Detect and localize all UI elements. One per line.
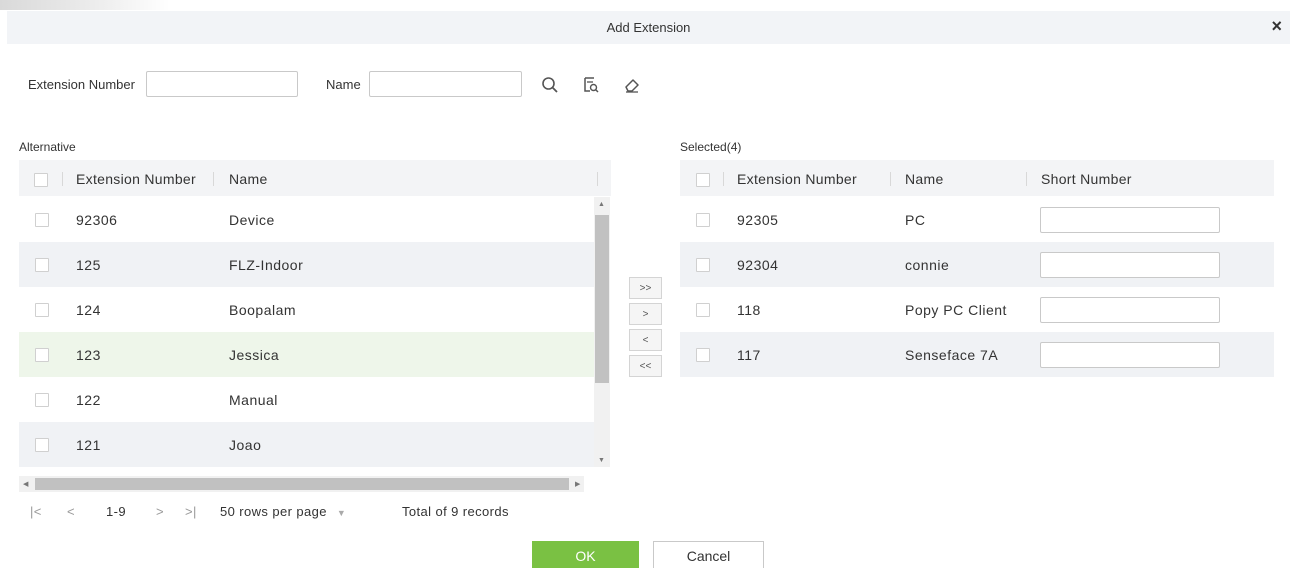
scroll-down-icon[interactable]: ▼ — [598, 457, 605, 464]
scroll-right-icon[interactable]: ▶ — [575, 481, 580, 488]
select-all-checkbox[interactable] — [34, 173, 48, 187]
extension-number-cell: 92306 — [76, 212, 118, 228]
name-input[interactable] — [369, 71, 522, 97]
scrollbar-thumb[interactable] — [595, 215, 609, 383]
column-header-name[interactable]: Name — [229, 171, 268, 187]
column-divider — [213, 172, 214, 186]
eraser-icon[interactable] — [617, 71, 647, 99]
name-cell: Boopalam — [229, 302, 297, 318]
short-number-input[interactable] — [1040, 252, 1220, 278]
select-all-checkbox[interactable] — [696, 173, 710, 187]
table-row-hovered[interactable]: 123 Jessica — [19, 332, 594, 377]
caret-down-icon: ▼ — [336, 508, 347, 518]
total-records: Total of 9 records — [402, 504, 509, 519]
table-row[interactable]: 92305 PC — [680, 197, 1274, 242]
table-row[interactable]: 121 Joao — [19, 422, 594, 467]
query-history-icon[interactable] — [576, 71, 606, 99]
extension-number-input[interactable] — [146, 71, 298, 97]
dialog-titlebar: Add Extension × — [7, 11, 1290, 44]
column-divider — [62, 172, 63, 186]
move-all-right-button[interactable]: >> — [629, 277, 662, 299]
page-range: 1-9 — [106, 504, 126, 519]
extension-number-label: Extension Number — [28, 77, 135, 92]
ok-button[interactable]: OK — [532, 541, 639, 568]
table-row[interactable]: 118 Popy PC Client — [680, 287, 1274, 332]
move-right-button[interactable]: > — [629, 303, 662, 325]
extension-number-cell: 124 — [76, 302, 101, 318]
name-cell: Popy PC Client — [905, 302, 1007, 318]
row-checkbox[interactable] — [35, 393, 49, 407]
cancel-button[interactable]: Cancel — [653, 541, 764, 568]
extension-number-cell: 122 — [76, 392, 101, 408]
extension-number-cell: 118 — [737, 302, 761, 318]
column-header-extension-number[interactable]: Extension Number — [737, 171, 857, 187]
extension-number-cell: 121 — [76, 437, 101, 453]
extension-number-cell: 92305 — [737, 212, 779, 228]
row-checkbox[interactable] — [35, 213, 49, 227]
table-row[interactable]: 117 Senseface 7A — [680, 332, 1274, 377]
table-row[interactable]: 125 FLZ-Indoor — [19, 242, 594, 287]
row-checkbox[interactable] — [696, 213, 710, 227]
column-divider — [723, 172, 724, 186]
scrollbar-thumb[interactable] — [35, 478, 569, 490]
column-header-short-number[interactable]: Short Number — [1041, 171, 1132, 187]
prev-page-icon[interactable]: < — [67, 504, 75, 519]
column-header-extension-number[interactable]: Extension Number — [76, 171, 196, 187]
vertical-scrollbar[interactable]: ▲ ▼ — [594, 197, 610, 467]
row-checkbox[interactable] — [35, 303, 49, 317]
extension-number-cell: 125 — [76, 257, 101, 273]
name-cell: connie — [905, 257, 950, 273]
selected-table: Extension Number Name Short Number 92305… — [680, 160, 1274, 380]
name-cell: FLZ-Indoor — [229, 257, 304, 273]
short-number-input[interactable] — [1040, 297, 1220, 323]
alternative-label: Alternative — [19, 140, 76, 154]
name-cell: Manual — [229, 392, 278, 408]
scroll-left-icon[interactable]: ◀ — [23, 481, 28, 488]
table-row[interactable]: 92306 Device — [19, 197, 594, 242]
close-icon[interactable]: × — [1271, 16, 1282, 37]
row-checkbox[interactable] — [35, 258, 49, 272]
move-all-left-button[interactable]: << — [629, 355, 662, 377]
name-label: Name — [326, 77, 361, 92]
extension-number-cell: 92304 — [737, 257, 779, 273]
column-divider — [597, 172, 598, 186]
dialog-title: Add Extension — [606, 20, 691, 35]
row-checkbox[interactable] — [696, 348, 710, 362]
move-left-button[interactable]: < — [629, 329, 662, 351]
row-checkbox[interactable] — [35, 438, 49, 452]
rows-per-page-label: 50 rows per page — [220, 504, 327, 519]
first-page-icon[interactable]: |< — [30, 504, 42, 519]
row-checkbox[interactable] — [696, 258, 710, 272]
search-icon[interactable] — [535, 71, 565, 99]
alternative-table: Extension Number Name 92306 Device 125 F… — [19, 160, 611, 470]
extension-number-cell: 123 — [76, 347, 101, 363]
background-shade — [0, 0, 170, 10]
column-divider — [890, 172, 891, 186]
name-cell: Device — [229, 212, 275, 228]
column-header-name[interactable]: Name — [905, 171, 944, 187]
table-row[interactable]: 92304 connie — [680, 242, 1274, 287]
rows-per-page-select[interactable]: 50 rows per page ▼ — [220, 504, 346, 519]
alternative-table-header: Extension Number Name — [19, 160, 611, 196]
table-row[interactable]: 122 Manual — [19, 377, 594, 422]
selected-table-header: Extension Number Name Short Number — [680, 160, 1274, 196]
name-cell: PC — [905, 212, 926, 228]
name-cell: Joao — [229, 437, 262, 453]
name-cell: Senseface 7A — [905, 347, 999, 363]
short-number-input[interactable] — [1040, 207, 1220, 233]
horizontal-scrollbar[interactable]: ◀ ▶ — [19, 476, 584, 492]
extension-number-cell: 117 — [737, 347, 761, 363]
scroll-up-icon[interactable]: ▲ — [598, 201, 605, 208]
last-page-icon[interactable]: >| — [185, 504, 197, 519]
name-cell: Jessica — [229, 347, 280, 363]
column-divider — [1026, 172, 1027, 186]
row-checkbox[interactable] — [696, 303, 710, 317]
row-checkbox[interactable] — [35, 348, 49, 362]
selected-label: Selected(4) — [680, 140, 742, 154]
short-number-input[interactable] — [1040, 342, 1220, 368]
table-row[interactable]: 124 Boopalam — [19, 287, 594, 332]
next-page-icon[interactable]: > — [156, 504, 164, 519]
